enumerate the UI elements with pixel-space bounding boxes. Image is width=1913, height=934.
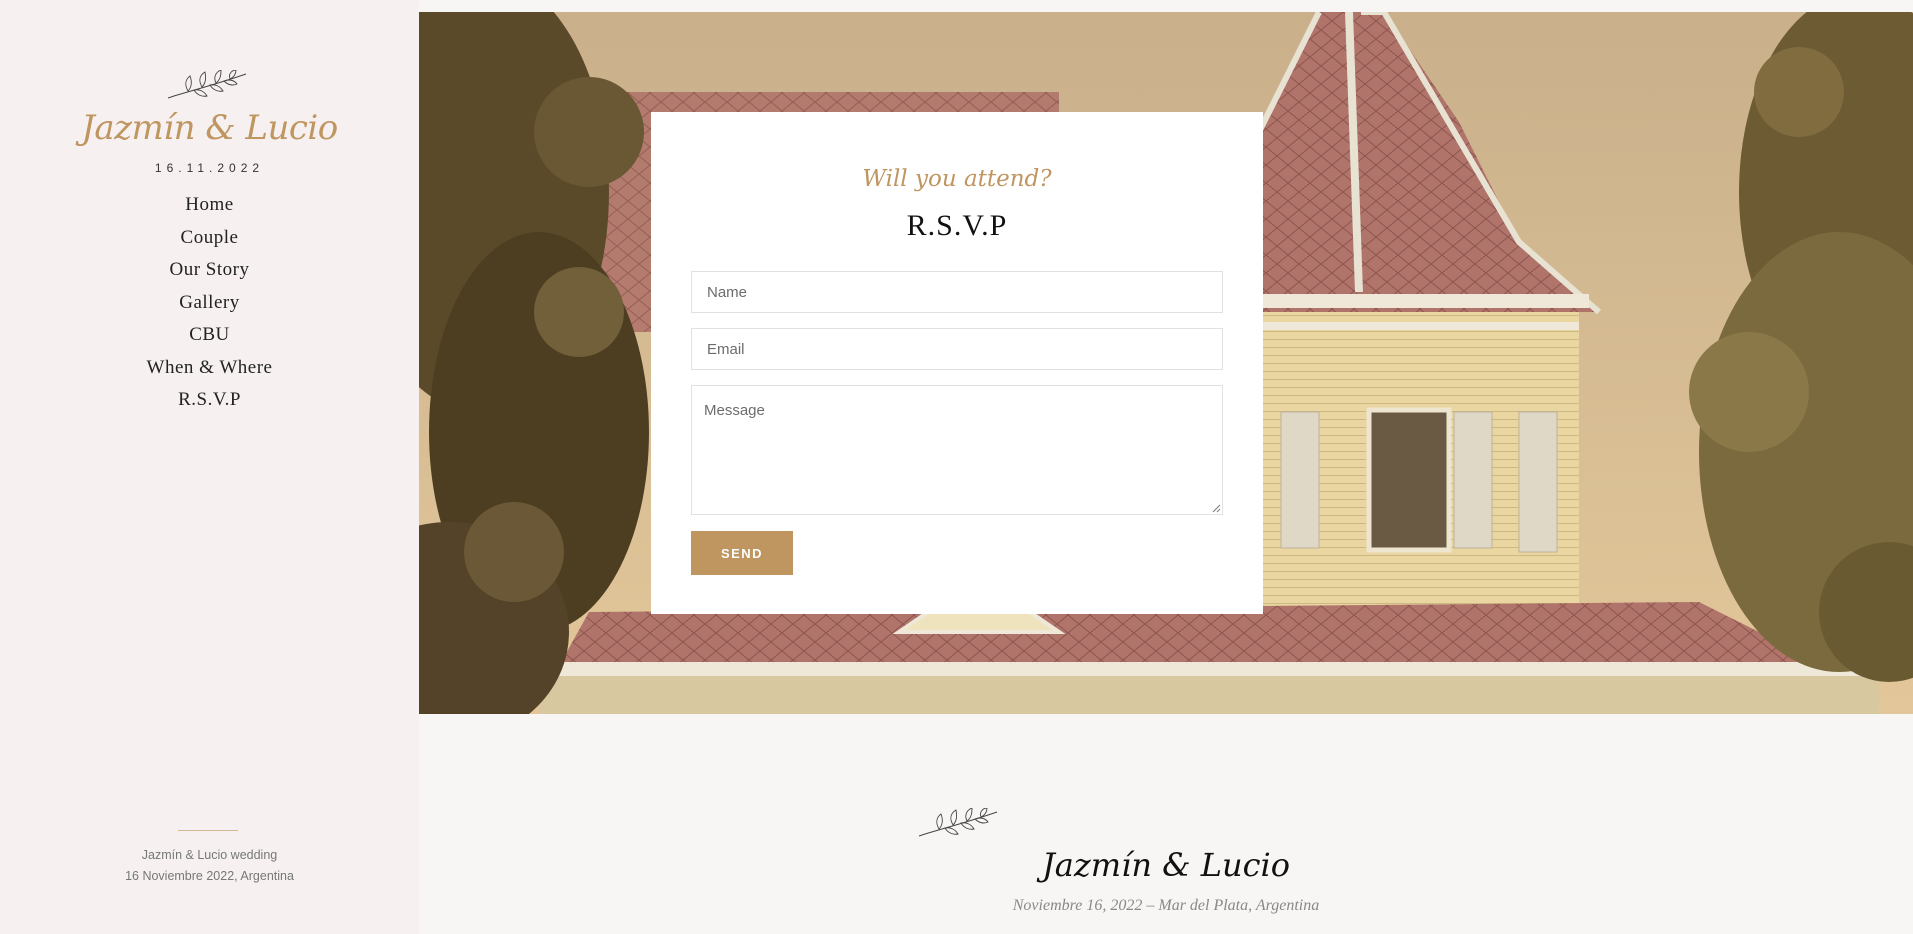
wedding-date: 16.11.2022 xyxy=(154,161,265,175)
nav-item-when-where[interactable]: When & Where xyxy=(0,355,419,388)
rsvp-kicker: Will you attend? xyxy=(862,166,1052,192)
sidebar-footer: Jazmín & Lucio wedding 16 Noviembre 2022… xyxy=(0,845,419,887)
message-textarea[interactable] xyxy=(691,385,1223,515)
brand-name[interactable]: Jazmín & Lucio xyxy=(0,108,419,148)
nav-item-our-story[interactable]: Our Story xyxy=(0,257,419,290)
nav-item-cbu[interactable]: CBU xyxy=(0,322,419,355)
resize-handle-icon[interactable] xyxy=(1211,503,1221,513)
olive-branch-icon xyxy=(918,808,998,837)
page-footer: Jazmín & Lucio Noviembre 16, 2022 – Mar … xyxy=(419,714,1913,934)
rsvp-form-card: Will you attend? R.S.V.P SEND xyxy=(651,112,1263,614)
sidebar-nav: Home Couple Our Story Gallery CBU When &… xyxy=(0,192,419,420)
sidebar: Jazmín & Lucio 16.11.2022 Home Couple Ou… xyxy=(0,0,419,934)
olive-branch-icon xyxy=(167,70,247,99)
sidebar-footer-line1: Jazmín & Lucio wedding xyxy=(141,848,278,862)
sidebar-footer-line2: 16 Noviembre 2022, Argentina xyxy=(125,869,294,883)
nav-item-home[interactable]: Home xyxy=(0,192,419,225)
nav-item-gallery[interactable]: Gallery xyxy=(0,290,419,323)
send-button[interactable]: SEND xyxy=(691,531,793,575)
divider xyxy=(178,830,238,831)
email-input[interactable] xyxy=(691,328,1223,370)
rsvp-title: R.S.V.P xyxy=(906,209,1008,242)
footer-couple-names: Jazmín & Lucio xyxy=(1041,846,1291,884)
name-input[interactable] xyxy=(691,271,1223,313)
footer-subtitle: Noviembre 16, 2022 – Mar del Plata, Arge… xyxy=(1012,897,1320,914)
nav-item-couple[interactable]: Couple xyxy=(0,225,419,258)
nav-item-rsvp[interactable]: R.S.V.P xyxy=(0,387,419,420)
